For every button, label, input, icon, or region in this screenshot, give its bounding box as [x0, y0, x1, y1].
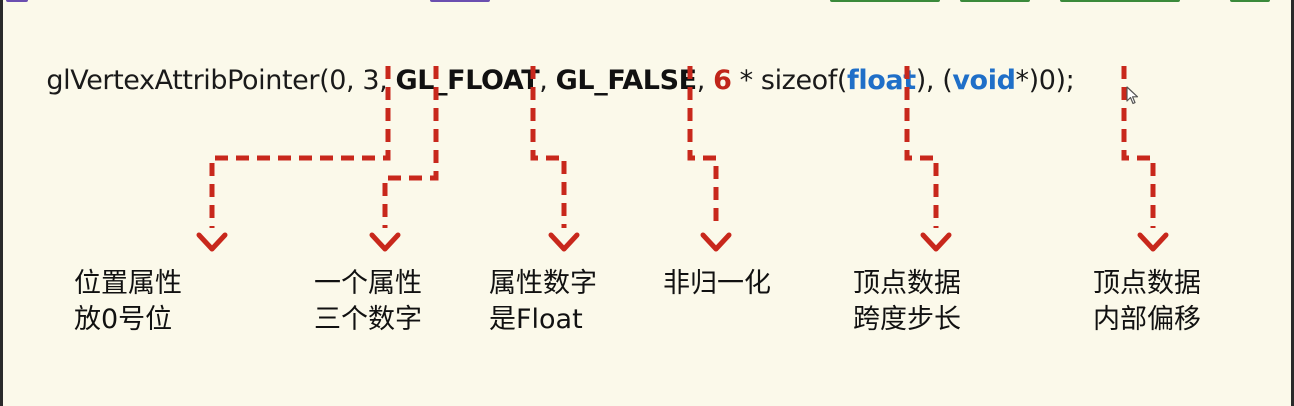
arrow-head-normalized [700, 232, 732, 252]
annotation-line: 是Float [489, 304, 583, 335]
arrow-connector-size [382, 66, 439, 228]
annotation-line: 放0号位 [74, 304, 173, 335]
arrow-connector-normalized [687, 66, 719, 228]
annotation-line: 三个数字 [314, 304, 422, 335]
annotation-stride: 顶点数据 跨度步长 [853, 266, 961, 338]
annotation-line: 跨度步长 [853, 304, 961, 335]
annotation-index: 位置属性 放0号位 [74, 266, 182, 338]
arrow-connector-type [530, 66, 567, 228]
annotation-type: 属性数字 是Float [489, 266, 597, 338]
annotation-line: 内部偏移 [1093, 304, 1201, 335]
arrow-head-type [548, 232, 580, 252]
arrow-head-index [196, 232, 228, 252]
annotation-offset: 顶点数据 内部偏移 [1093, 266, 1201, 338]
annotation-line: 顶点数据 [853, 268, 961, 299]
annotation-line: 顶点数据 [1093, 268, 1201, 299]
arrow-connector-index [209, 66, 391, 228]
annotation-line: 一个属性 [314, 268, 422, 299]
arrow-connector-stride [904, 66, 939, 228]
arrow-head-size [369, 232, 401, 252]
arrow-head-offset [1137, 232, 1169, 252]
annotation-size: 一个属性 三个数字 [314, 266, 422, 338]
annotation-line: 非归一化 [663, 268, 771, 299]
annotation-line: 属性数字 [489, 268, 597, 299]
arrow-head-stride [920, 232, 952, 252]
annotation-line: 位置属性 [74, 268, 182, 299]
annotation-normalized: 非归一化 [663, 266, 771, 302]
annotation-arrows [196, 66, 1169, 252]
